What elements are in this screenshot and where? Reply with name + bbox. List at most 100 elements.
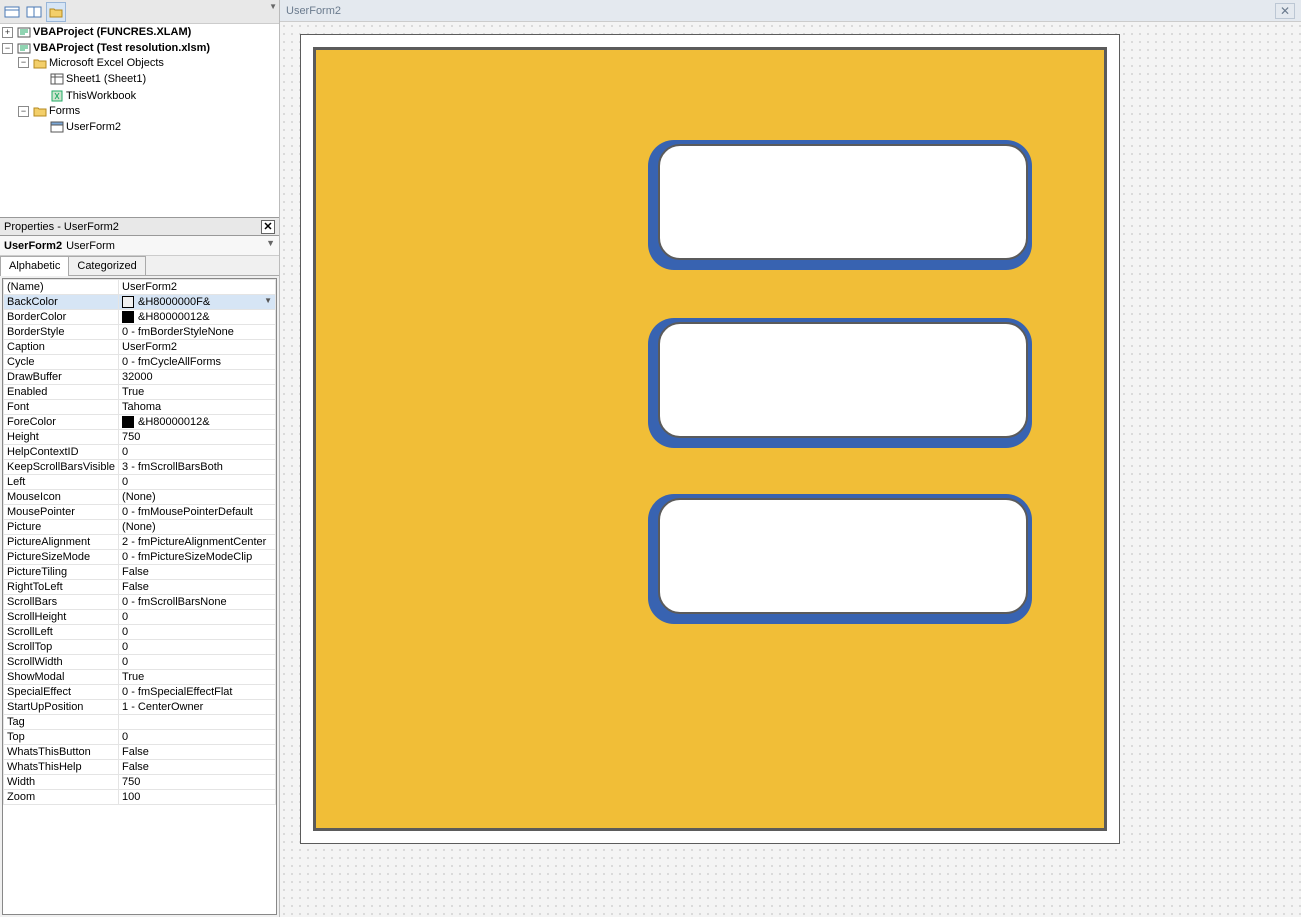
form-button-3[interactable] <box>648 494 1032 624</box>
property-value[interactable]: 0 - fmBorderStyleNone <box>119 325 276 340</box>
property-row[interactable]: MousePointer0 - fmMousePointerDefault <box>4 505 276 520</box>
property-row[interactable]: RightToLeftFalse <box>4 580 276 595</box>
property-row[interactable]: BackColor&H8000000F& <box>4 295 276 310</box>
property-row[interactable]: Zoom100 <box>4 790 276 805</box>
tree-sheet1[interactable]: Sheet1 (Sheet1) <box>34 73 146 85</box>
property-row[interactable]: WhatsThisButtonFalse <box>4 745 276 760</box>
property-value[interactable] <box>119 715 276 730</box>
property-row[interactable]: Width750 <box>4 775 276 790</box>
tree-thisworkbook[interactable]: ThisWorkbook <box>34 90 136 102</box>
tree-forms-folder[interactable]: − Forms <box>18 105 80 117</box>
form-design-surface[interactable] <box>280 22 1301 917</box>
tree-project-funcres[interactable]: + VBAProject (FUNCRES.XLAM) <box>2 25 191 39</box>
property-row[interactable]: ScrollWidth0 <box>4 655 276 670</box>
property-value[interactable]: (None) <box>119 520 276 535</box>
property-value[interactable]: 32000 <box>119 370 276 385</box>
property-value[interactable]: False <box>119 565 276 580</box>
property-value[interactable]: &H80000012& <box>119 310 276 325</box>
property-name: DrawBuffer <box>4 370 119 385</box>
project-explorer[interactable]: + VBAProject (FUNCRES.XLAM) − VBAProject… <box>0 24 279 218</box>
tree-excel-objects-folder[interactable]: − Microsoft Excel Objects <box>18 57 164 69</box>
property-value[interactable]: 100 <box>119 790 276 805</box>
property-name: Height <box>4 430 119 445</box>
property-value[interactable]: False <box>119 580 276 595</box>
property-value[interactable]: False <box>119 745 276 760</box>
property-row[interactable]: PictureAlignment2 - fmPictureAlignmentCe… <box>4 535 276 550</box>
property-value[interactable]: 0 - fmMousePointerDefault <box>119 505 276 520</box>
property-value[interactable]: 0 <box>119 730 276 745</box>
property-row[interactable]: BorderColor&H80000012& <box>4 310 276 325</box>
property-row[interactable]: KeepScrollBarsVisible3 - fmScrollBarsBot… <box>4 460 276 475</box>
property-value[interactable]: 0 - fmSpecialEffectFlat <box>119 685 276 700</box>
property-value[interactable]: 0 - fmCycleAllForms <box>119 355 276 370</box>
property-row[interactable]: Left0 <box>4 475 276 490</box>
property-row[interactable]: PictureSizeMode0 - fmPictureSizeModeClip <box>4 550 276 565</box>
property-row[interactable]: Cycle0 - fmCycleAllForms <box>4 355 276 370</box>
property-row[interactable]: ShowModalTrue <box>4 670 276 685</box>
property-value[interactable]: True <box>119 670 276 685</box>
properties-object-selector[interactable]: UserForm2 UserForm ▼ <box>0 236 279 256</box>
tree-project-testres[interactable]: − VBAProject (Test resolution.xlsm) <box>2 41 210 55</box>
property-value[interactable]: 0 <box>119 655 276 670</box>
property-row[interactable]: ScrollHeight0 <box>4 610 276 625</box>
property-name: KeepScrollBarsVisible <box>4 460 119 475</box>
property-row[interactable]: Height750 <box>4 430 276 445</box>
property-row[interactable]: SpecialEffect0 - fmSpecialEffectFlat <box>4 685 276 700</box>
property-row[interactable]: StartUpPosition1 - CenterOwner <box>4 700 276 715</box>
userform-frame[interactable] <box>300 34 1120 844</box>
property-row[interactable]: (Name)UserForm2 <box>4 280 276 295</box>
property-row[interactable]: ScrollLeft0 <box>4 625 276 640</box>
property-row[interactable]: HelpContextID0 <box>4 445 276 460</box>
property-value[interactable]: &H80000012& <box>119 415 276 430</box>
property-row[interactable]: MouseIcon(None) <box>4 490 276 505</box>
property-value[interactable]: 0 - fmScrollBarsNone <box>119 595 276 610</box>
property-row[interactable]: EnabledTrue <box>4 385 276 400</box>
property-value[interactable]: True <box>119 385 276 400</box>
property-value[interactable]: 0 - fmPictureSizeModeClip <box>119 550 276 565</box>
property-value[interactable]: UserForm2 <box>119 340 276 355</box>
property-value[interactable]: 750 <box>119 775 276 790</box>
tab-categorized[interactable]: Categorized <box>68 256 145 275</box>
form-button-1[interactable] <box>648 140 1032 270</box>
color-swatch-icon <box>122 311 134 323</box>
property-row[interactable]: PictureTilingFalse <box>4 565 276 580</box>
property-value[interactable]: 3 - fmScrollBarsBoth <box>119 460 276 475</box>
property-value[interactable]: Tahoma <box>119 400 276 415</box>
property-value[interactable]: &H8000000F& <box>119 295 276 310</box>
property-value[interactable]: 0 <box>119 610 276 625</box>
property-row[interactable]: ScrollBars0 - fmScrollBarsNone <box>4 595 276 610</box>
properties-grid[interactable]: (Name)UserForm2BackColor&H8000000F&Borde… <box>2 278 277 915</box>
tree-userform2[interactable]: UserForm2 <box>34 121 121 133</box>
property-row[interactable]: ForeColor&H80000012& <box>4 415 276 430</box>
property-value[interactable]: 2 - fmPictureAlignmentCenter <box>119 535 276 550</box>
property-row[interactable]: Top0 <box>4 730 276 745</box>
property-row[interactable]: CaptionUserForm2 <box>4 340 276 355</box>
property-row[interactable]: DrawBuffer32000 <box>4 370 276 385</box>
toolbar-dropdown-icon[interactable]: ▼ <box>269 2 277 11</box>
property-value[interactable]: False <box>119 760 276 775</box>
property-value[interactable]: 0 <box>119 640 276 655</box>
properties-title-text: Properties - UserForm2 <box>4 221 119 233</box>
property-row[interactable]: FontTahoma <box>4 400 276 415</box>
properties-close-button[interactable]: ✕ <box>261 220 275 234</box>
view-code-button[interactable] <box>2 2 22 22</box>
property-row[interactable]: ScrollTop0 <box>4 640 276 655</box>
property-row[interactable]: BorderStyle0 - fmBorderStyleNone <box>4 325 276 340</box>
property-name: MouseIcon <box>4 490 119 505</box>
tab-alphabetic[interactable]: Alphabetic <box>0 256 69 275</box>
property-value[interactable]: 0 <box>119 625 276 640</box>
property-value[interactable]: 0 <box>119 445 276 460</box>
property-row[interactable]: WhatsThisHelpFalse <box>4 760 276 775</box>
property-value[interactable]: 0 <box>119 475 276 490</box>
form-button-2[interactable] <box>648 318 1032 448</box>
property-row[interactable]: Tag <box>4 715 276 730</box>
property-value[interactable]: (None) <box>119 490 276 505</box>
userform-body[interactable] <box>313 47 1107 831</box>
property-row[interactable]: Picture(None) <box>4 520 276 535</box>
property-value[interactable]: 1 - CenterOwner <box>119 700 276 715</box>
designer-close-button[interactable]: ✕ <box>1275 3 1295 19</box>
property-value[interactable]: UserForm2 <box>119 280 276 295</box>
view-object-button[interactable] <box>24 2 44 22</box>
property-value[interactable]: 750 <box>119 430 276 445</box>
toggle-folders-button[interactable] <box>46 2 66 22</box>
